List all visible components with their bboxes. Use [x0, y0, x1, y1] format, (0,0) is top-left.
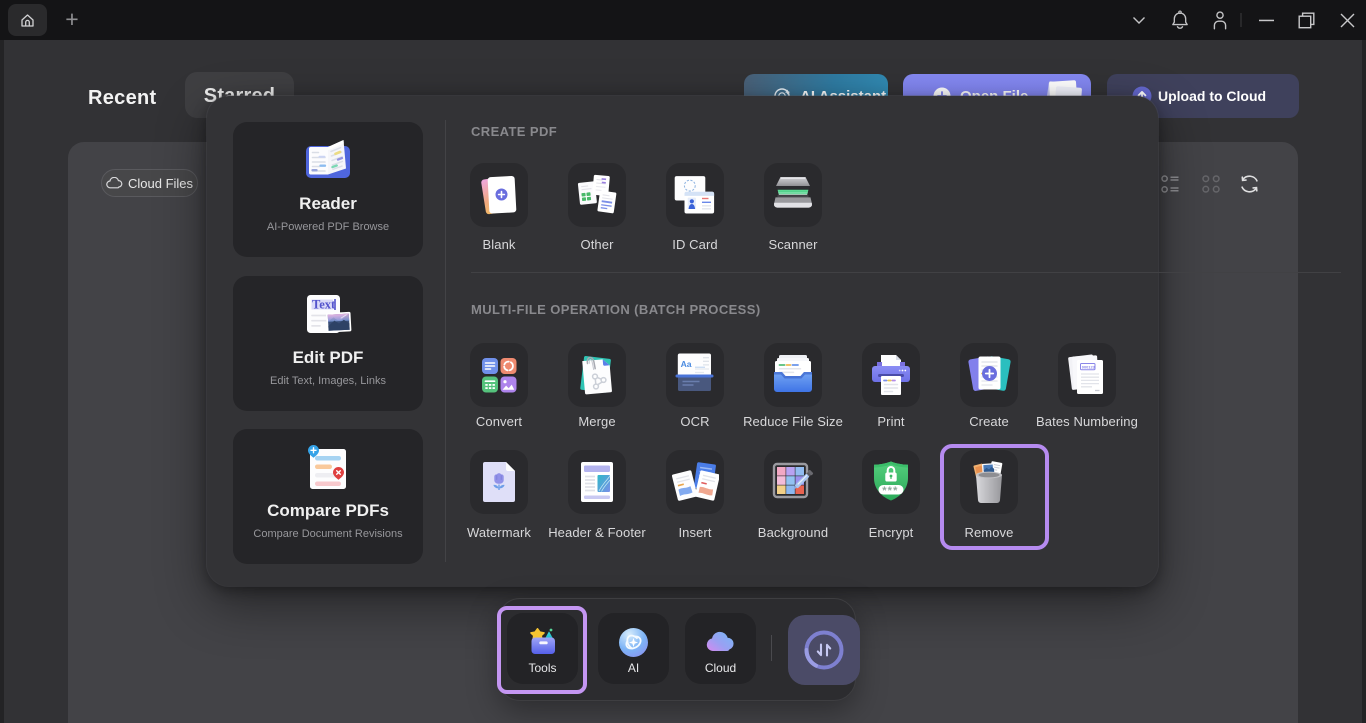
svg-text:***: ***	[882, 485, 898, 497]
svg-text:Text: Text	[312, 297, 336, 311]
svg-text:000123: 000123	[1082, 364, 1096, 369]
svg-text:Aa: Aa	[681, 359, 692, 369]
